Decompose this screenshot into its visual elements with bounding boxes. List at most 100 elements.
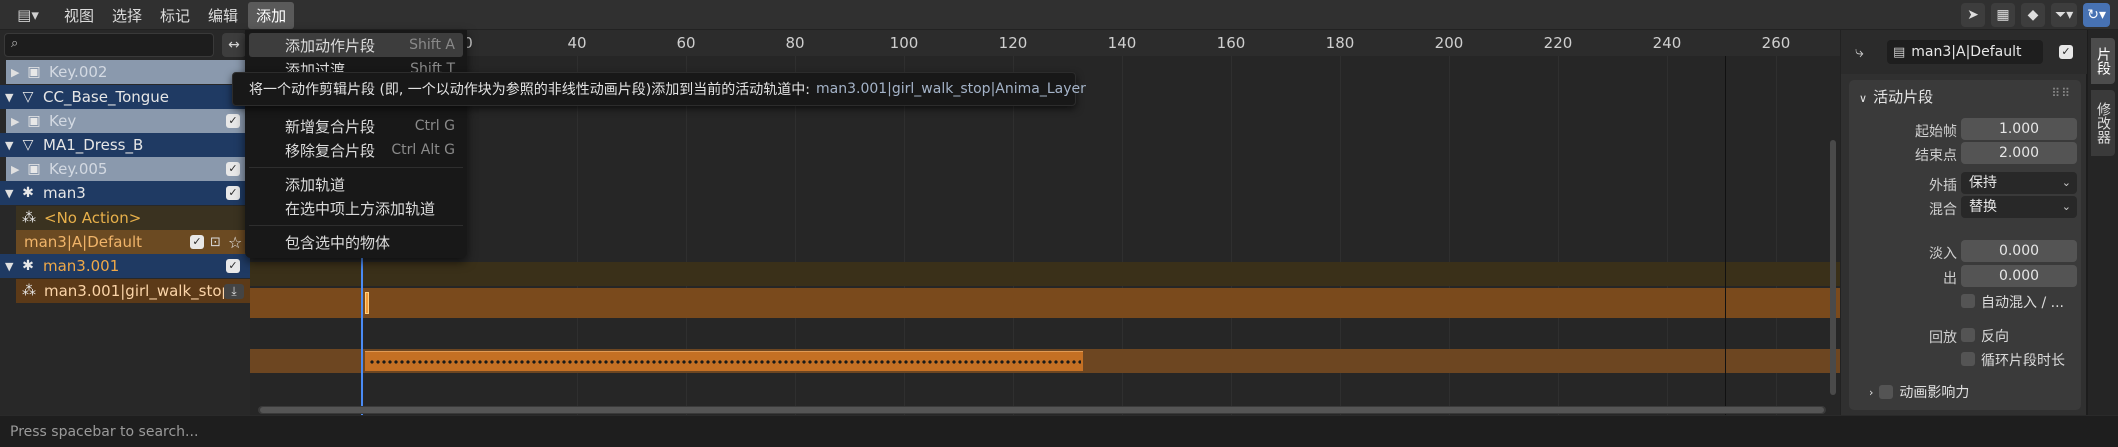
channel-label: CC_Base_Tongue <box>43 88 170 106</box>
channel-row[interactable]: man3|A|Default ✓ ⊡ ☆ <box>16 230 250 254</box>
tooltip: 将一个动作剪辑片段 (即, 一个以动作块为参照的非线性动画片段)添加到当前的活动… <box>232 72 1086 106</box>
cursor-tool-icon[interactable]: ➤ <box>1961 3 1985 27</box>
grid-line <box>1013 56 1014 441</box>
channel-row[interactable]: ▶ ▣ Key.002 <box>6 60 250 84</box>
grid-line <box>577 56 578 441</box>
channel-label: Key.005 <box>49 160 108 178</box>
strip-name-field[interactable]: ▤ man3|A|Default <box>1887 40 2043 64</box>
track-band[interactable] <box>250 349 1840 373</box>
tick-label: 160 <box>1216 34 1246 52</box>
blend-select[interactable]: 替换 ⌄ <box>1961 196 2077 218</box>
menu-item-add-meta-strip[interactable]: 新增复合片段 Ctrl G <box>249 114 463 138</box>
menu-view[interactable]: 视图 <box>56 2 102 29</box>
channel-checkbox[interactable]: ✓ <box>190 235 204 249</box>
menu-item-add-action-strip[interactable]: 添加动作片段 Shift A <box>249 33 463 57</box>
box-select-icon[interactable]: ▦ <box>1991 3 2015 27</box>
track-band[interactable] <box>250 288 1840 318</box>
channel-row[interactable]: ▼ ▽ MA1_Dress_B <box>0 133 250 157</box>
keyframe-dots <box>369 358 1081 366</box>
frame-start-field[interactable]: 1.000 <box>1961 118 2077 140</box>
menu-edit[interactable]: 编辑 <box>200 2 246 29</box>
menu-marker[interactable]: 标记 <box>152 2 198 29</box>
collapse-icon[interactable]: ▼ <box>5 139 19 152</box>
push-down-icon[interactable]: ⤓ <box>224 283 244 299</box>
channel-row[interactable]: ▶ ▣ Key.005 ✓ <box>6 157 250 181</box>
frame-start-label: 起始帧 <box>1915 124 1957 140</box>
expand-icon[interactable]: ▶ <box>11 66 25 79</box>
cyclic-checkbox[interactable] <box>1961 352 1975 366</box>
editor-type-selector[interactable]: ▤▾ <box>8 3 48 27</box>
frame-ruler[interactable]: 0 40 60 80 100 120 140 160 180 200 220 2… <box>250 30 1840 56</box>
tick-label: 220 <box>1543 34 1573 52</box>
grip-icon[interactable]: ⠿⠿ <box>2051 86 2071 100</box>
menu-item-add-track-above[interactable]: 在选中项上方添加轨道 <box>249 196 463 220</box>
panel-title[interactable]: ∨ 活动片段 <box>1859 86 1933 107</box>
collapse-icon[interactable]: ▼ <box>5 91 19 104</box>
influence-row[interactable]: › 动画影响力 <box>1849 382 2081 406</box>
vertical-scrollbar[interactable] <box>1830 140 1836 395</box>
chevron-down-icon: ⌄ <box>2061 176 2071 189</box>
channel-row[interactable]: ▼ ✱ man3.001 ✓ <box>0 254 250 278</box>
strip-mute-checkbox[interactable]: ✓ <box>2059 45 2073 59</box>
extrapolation-row: 外插 保持 ⌄ <box>1849 172 2081 196</box>
channel-row[interactable]: ⁂ <No Action> <box>16 206 250 230</box>
blend-in-field[interactable]: 0.000 <box>1961 240 2077 262</box>
menu-item-add-track[interactable]: 添加轨道 <box>249 172 463 196</box>
active-strip-header: ⤷ ▤ man3|A|Default ✓ <box>1841 30 2087 74</box>
menu-item-label: 移除复合片段 <box>285 141 376 160</box>
menu-separator <box>249 225 463 226</box>
channel-row[interactable]: ▶ ▣ Key ✓ <box>6 109 250 133</box>
mesh-icon: ▽ <box>22 89 34 105</box>
collapse-icon[interactable]: ▼ <box>5 187 19 200</box>
swap-icon[interactable]: ↔ <box>222 33 246 57</box>
tab-modifiers[interactable]: 修改器 <box>2091 90 2115 156</box>
frame-end-field[interactable]: 2.000 <box>1961 142 2077 164</box>
action-strip[interactable] <box>365 351 1083 371</box>
reversed-checkbox[interactable] <box>1961 328 1975 342</box>
tab-strip[interactable]: 片段 <box>2091 38 2115 84</box>
collapse-icon[interactable]: ▼ <box>5 260 19 273</box>
channel-row[interactable]: ▼ ✱ man3 ✓ <box>0 181 250 205</box>
expand-icon[interactable]: ▶ <box>11 163 25 176</box>
armature-icon: ✱ <box>22 258 34 274</box>
menu-item-include-selected[interactable]: 包含选中的物体 <box>249 230 463 254</box>
channel-row[interactable]: ⁂ man3.001|girl_walk_stop|Ai ⤓ <box>16 279 250 303</box>
influence-subpanel[interactable]: › 动画影响力 <box>1869 382 1969 402</box>
menu-select[interactable]: 选择 <box>104 2 150 29</box>
cyclic-row: 循环片段时长 <box>1849 348 2081 372</box>
grid-line <box>1449 56 1450 441</box>
auto-blend-label: 自动混入 / ... <box>1981 295 2064 311</box>
lock-icon[interactable]: ⊡ <box>210 235 228 250</box>
armature-icon: ✱ <box>22 185 34 201</box>
filter-icon[interactable]: ⏷▾ <box>2051 3 2078 27</box>
tick-label: 60 <box>676 34 696 52</box>
channel-label: Key <box>49 112 77 130</box>
channel-checkbox[interactable]: ✓ <box>226 186 240 200</box>
blend-label: 混合 <box>1929 202 1957 218</box>
influence-checkbox[interactable] <box>1879 385 1894 399</box>
grid-line <box>686 56 687 441</box>
auto-blend-checkbox[interactable] <box>1961 294 1975 308</box>
extrapolation-select[interactable]: 保持 ⌄ <box>1961 172 2077 194</box>
sync-icon[interactable]: ↻▾ <box>2083 3 2110 27</box>
action-strip[interactable] <box>365 292 369 314</box>
tick-label: 80 <box>785 34 805 52</box>
frame-start-row: 起始帧 1.000 <box>1849 118 2081 142</box>
blend-out-field[interactable]: 0.000 <box>1961 265 2077 287</box>
channel-checkbox[interactable]: ✓ <box>226 162 240 176</box>
frame-end-label: 结束点 <box>1915 148 1957 164</box>
expand-icon[interactable]: ▶ <box>11 115 25 128</box>
channel-checkbox[interactable]: ✓ <box>226 259 240 273</box>
channel-row[interactable]: ▼ ▽ CC_Base_Tongue <box>0 85 250 109</box>
search-input[interactable]: ⌕ <box>4 33 214 57</box>
keyframe-only-icon[interactable]: ◆ <box>2021 3 2045 27</box>
channel-checkbox[interactable]: ✓ <box>226 114 240 128</box>
horizontal-scrollbar[interactable] <box>258 406 1826 414</box>
scrollbar-thumb[interactable] <box>260 407 1824 413</box>
menu-add[interactable]: 添加 <box>248 1 295 29</box>
tooltip-hint: man3.001|girl_walk_stop|Anima_Layer <box>816 81 1086 97</box>
channel-label: man3.001|girl_walk_stop|Ai <box>44 282 224 300</box>
grid-line <box>1340 56 1341 441</box>
menu-item-remove-meta-strip[interactable]: 移除复合片段 Ctrl Alt G <box>249 138 463 162</box>
menu-item-label: 包含选中的物体 <box>285 233 391 252</box>
